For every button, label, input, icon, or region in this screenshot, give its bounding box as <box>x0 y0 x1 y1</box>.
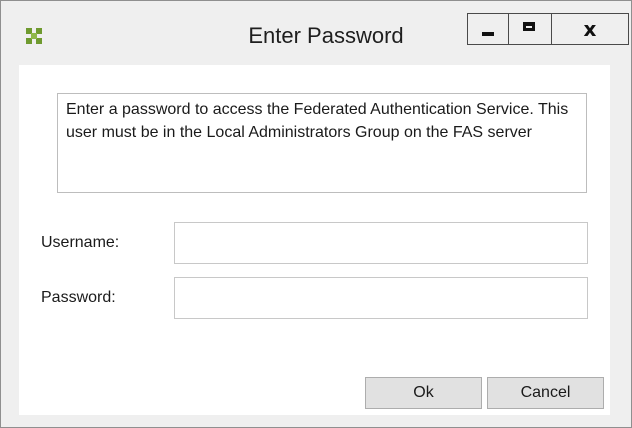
close-icon: x <box>583 17 597 41</box>
username-field[interactable] <box>174 222 588 264</box>
info-message: Enter a password to access the Federated… <box>57 93 587 193</box>
minimize-icon <box>482 32 494 36</box>
password-label: Password: <box>41 289 116 306</box>
ok-button[interactable]: Ok <box>365 377 482 409</box>
enter-password-dialog: Enter Password x Enter a password to acc… <box>0 0 632 428</box>
close-button[interactable]: x <box>551 13 629 45</box>
title-bar[interactable]: Enter Password x <box>1 1 631 65</box>
cancel-button[interactable]: Cancel <box>487 377 604 409</box>
maximize-button[interactable] <box>508 13 552 45</box>
dialog-body: Enter a password to access the Federated… <box>19 65 610 415</box>
maximize-icon <box>523 22 535 31</box>
username-label: Username: <box>41 234 120 251</box>
password-field[interactable] <box>174 277 588 319</box>
window-title: Enter Password <box>248 23 404 48</box>
minimize-button[interactable] <box>467 13 509 45</box>
fas-app-icon <box>25 27 43 45</box>
